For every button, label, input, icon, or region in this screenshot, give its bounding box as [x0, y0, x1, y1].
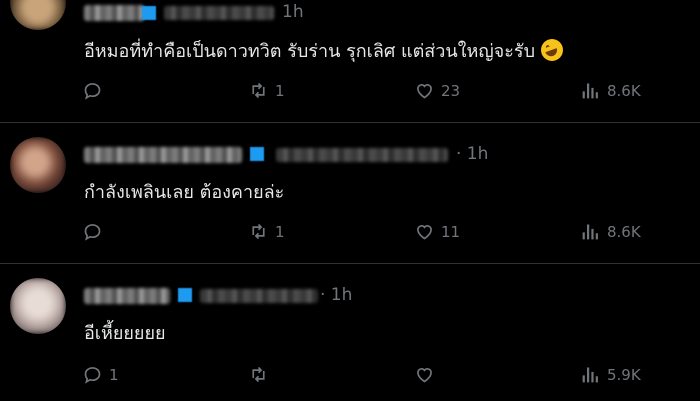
retweet-icon [252, 82, 265, 99]
heart-icon [417, 368, 432, 383]
reply-count: 1 [109, 365, 119, 384]
retweet-button[interactable] [248, 364, 275, 385]
reply-icon [84, 224, 101, 241]
verified-badge-icon [250, 147, 264, 161]
timestamp[interactable]: 1h [282, 2, 304, 22]
reply-icon [84, 367, 101, 384]
retweet-icon [252, 366, 265, 383]
like-button[interactable] [414, 364, 441, 385]
avatar[interactable] [10, 278, 66, 334]
avatar[interactable] [10, 137, 66, 193]
display-name-blurred[interactable] [84, 288, 170, 304]
retweet-count: 1 [275, 81, 285, 100]
reply-icon [84, 83, 101, 100]
display-name-blurred[interactable] [84, 147, 242, 163]
verified-badge-icon [178, 288, 192, 302]
tweet-text-content: อีหมอที่ทำคือเป็นดาวทวิต รับร่าน รุกเลิศ… [84, 41, 535, 62]
tweet-text: อีหมอที่ทำคือเป็นดาวทวิต รับร่าน รุกเลิศ… [84, 36, 563, 65]
views-icon [582, 224, 598, 240]
retweet-icon [252, 223, 265, 240]
tweet-3[interactable]: · 1h อีเหี้ยยยยย 1 5.9K [0, 264, 700, 401]
views-icon [582, 367, 598, 383]
like-button[interactable]: 11 [414, 221, 460, 242]
views-button[interactable]: 8.6K [580, 80, 641, 101]
heart-icon [417, 225, 432, 240]
like-count: 11 [441, 222, 461, 241]
display-name-blurred[interactable] [84, 5, 144, 21]
handle-blurred [200, 289, 318, 303]
views-icon [582, 83, 598, 99]
heart-icon [417, 84, 432, 99]
like-button[interactable]: 23 [414, 80, 460, 101]
tweet-text: อีเหี้ยยยยย [84, 323, 166, 344]
tweet-2[interactable]: · 1h กำลังเพลินเลย ต้องคายล่ะ 1 11 8.6K [0, 123, 700, 263]
retweet-count: 1 [275, 222, 285, 241]
tweet-1[interactable]: 1h อีหมอที่ทำคือเป็นดาวทวิต รับร่าน รุกเ… [0, 0, 700, 122]
reply-button[interactable] [82, 80, 109, 101]
rofl-emoji-icon [541, 39, 563, 61]
views-button[interactable]: 5.9K [580, 364, 641, 385]
verified-badge-icon [142, 6, 156, 20]
tweet-text: กำลังเพลินเลย ต้องคายล่ะ [84, 182, 285, 203]
view-count: 8.6K [607, 222, 641, 241]
avatar[interactable] [10, 0, 66, 30]
views-button[interactable]: 8.6K [580, 221, 641, 242]
reply-button[interactable]: 1 [82, 364, 119, 385]
view-count: 5.9K [607, 365, 641, 384]
retweet-button[interactable]: 1 [248, 80, 285, 101]
like-count: 23 [441, 81, 461, 100]
view-count: 8.6K [607, 81, 641, 100]
reply-button[interactable] [82, 221, 109, 242]
handle-blurred [276, 148, 448, 162]
handle-blurred [164, 6, 274, 20]
timestamp[interactable]: · 1h [456, 144, 488, 164]
timestamp[interactable]: · 1h [320, 285, 352, 305]
retweet-button[interactable]: 1 [248, 221, 285, 242]
